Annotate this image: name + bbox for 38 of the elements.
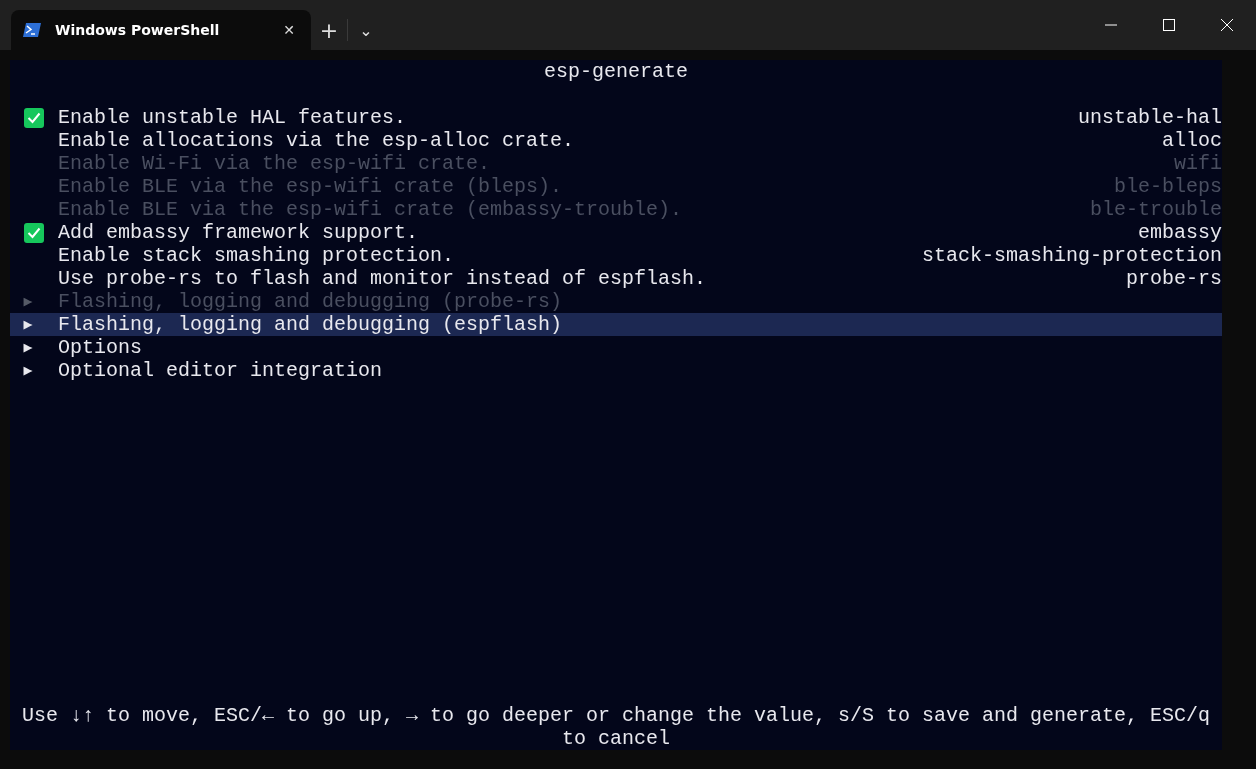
expand-arrow-icon: ▶: [23, 361, 33, 380]
app-title: esp-generate: [543, 60, 689, 83]
expand-arrow-icon: ▶: [23, 315, 33, 334]
maximize-icon: [1163, 19, 1175, 31]
new-tab-button[interactable]: +: [311, 12, 347, 48]
submenu-label: Optional editor integration: [58, 359, 384, 382]
submenu-label: Flashing, logging and debugging (probe-rs): [58, 290, 564, 313]
feature-key: embassy: [1138, 221, 1222, 244]
option-label: Enable unstable HAL features.: [58, 106, 408, 129]
option-label: Enable Wi-Fi via the esp-wifi crate.: [58, 152, 492, 175]
expand-arrow-icon: ▶: [23, 292, 33, 311]
expand-arrow-icon: ▶: [23, 338, 33, 357]
feature-key: probe-rs: [1126, 267, 1222, 290]
option-label: Enable stack smashing protection.: [58, 244, 456, 267]
submenu-label: Flashing, logging and debugging (espflash): [58, 313, 564, 336]
terminal-tab[interactable]: Windows PowerShell ✕: [11, 10, 311, 50]
close-icon: [1221, 19, 1233, 31]
feature-key: ble-trouble: [1089, 198, 1222, 221]
feature-key: unstable-hal: [1077, 106, 1222, 129]
feature-key: stack-smashing-protection: [921, 244, 1222, 267]
help-text: Use ↓↑ to move, ESC/← to go up, → to go deeper or change the value, s/S to save and generate, ESC/q to cancel: [20, 704, 1212, 750]
powershell-icon: [23, 23, 41, 37]
option-label: Enable allocations via the esp-alloc crate.: [58, 129, 576, 152]
submenu-label: Options: [58, 336, 143, 359]
option-label: Add embassy framework support.: [58, 221, 420, 244]
minimize-icon: [1105, 24, 1117, 26]
option-label: Enable BLE via the esp-wifi crate (bleps).: [58, 175, 564, 198]
checked-checkbox-icon[interactable]: [24, 222, 44, 243]
feature-key: wifi: [1174, 152, 1222, 175]
close-tab-button[interactable]: ✕: [279, 18, 299, 42]
selected-row-highlight[interactable]: ▶ Flashing, logging and debugging (espflash): [10, 313, 1222, 336]
option-label: Enable BLE via the esp-wifi crate (embassy-trouble).: [58, 198, 684, 221]
feature-key: alloc: [1162, 129, 1222, 152]
tab-title: Windows PowerShell: [55, 22, 221, 38]
option-label: Use probe-rs to flash and monitor instead of espflash.: [58, 267, 708, 290]
dropdown-button[interactable]: ⌄: [348, 12, 384, 48]
feature-key: ble-bleps: [1113, 175, 1222, 198]
checked-checkbox-icon[interactable]: [24, 107, 44, 128]
